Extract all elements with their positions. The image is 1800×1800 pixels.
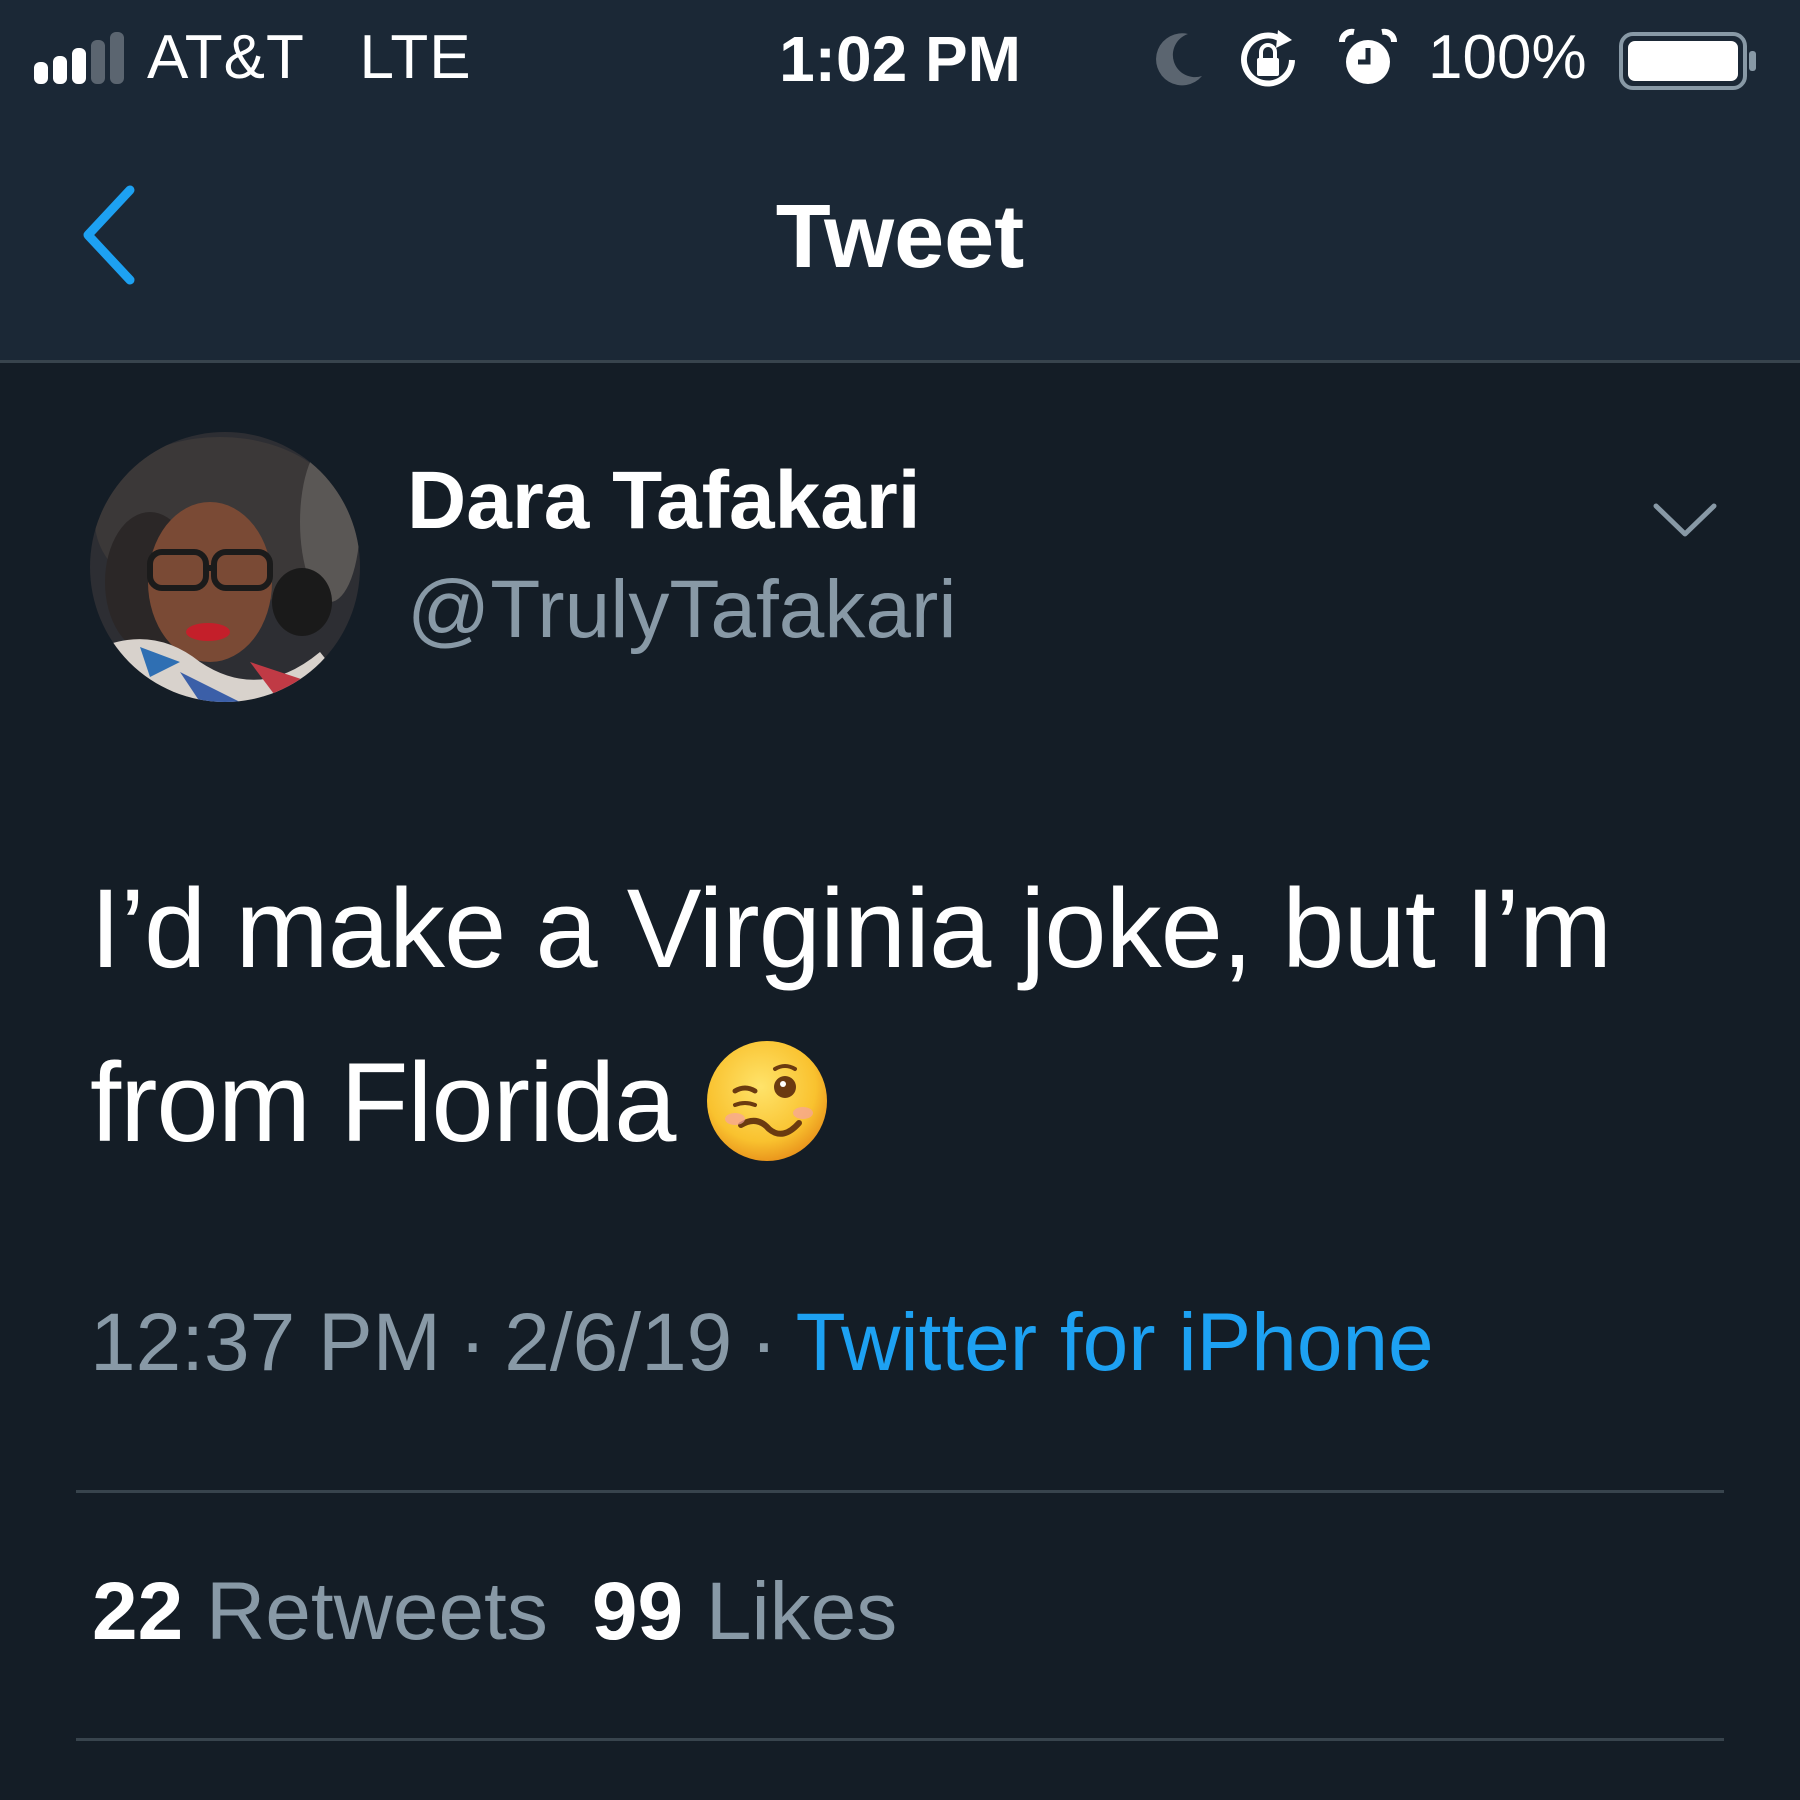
chevron-down-icon	[1653, 503, 1717, 537]
divider	[76, 1490, 1724, 1493]
likes-label: Likes	[705, 1566, 898, 1657]
avatar[interactable]	[90, 432, 360, 702]
rotation-lock-icon	[1241, 30, 1295, 87]
battery-percent: 100%	[1428, 23, 1587, 92]
tweet-text-line-2: from Florida	[90, 1040, 676, 1165]
tweet-detail-screen: AT&T LTE 1:02 PM 100% Tweet Dara Tafakar…	[0, 0, 1800, 1800]
woozy-face-emoji	[707, 1041, 828, 1162]
tweet-stats: 22 Retweets 99 Likes	[92, 1565, 897, 1659]
author-name[interactable]: Dara Tafakari	[407, 454, 921, 548]
tweet-text-line-2-wrap: from Florida	[90, 1016, 1750, 1190]
tweet-menu-button[interactable]	[1650, 496, 1720, 546]
retweets-label: Retweets	[206, 1566, 548, 1657]
tweet-date: 2/6/19	[504, 1297, 733, 1388]
likes-count: 99	[591, 1566, 684, 1657]
retweets-stat[interactable]: 22 Retweets	[92, 1566, 548, 1657]
tweet-time: 12:37 PM	[90, 1297, 441, 1388]
page-title: Tweet	[775, 187, 1025, 287]
battery-icon	[1619, 32, 1756, 90]
nav-bar: Tweet	[0, 120, 1800, 363]
author-handle[interactable]: @TrulyTafakari	[407, 563, 957, 657]
likes-stat[interactable]: 99 Likes	[592, 1566, 897, 1657]
moon-icon	[1156, 33, 1202, 86]
tweet-text: I’d make a Virginia joke, but I’m from F…	[90, 842, 1750, 1190]
meta-separator: ·	[458, 1297, 487, 1388]
avatar-image	[90, 432, 360, 702]
divider	[76, 1738, 1724, 1741]
tweet-meta: 12:37 PM · 2/6/19 · Twitter for iPhone	[90, 1296, 1434, 1390]
meta-separator: ·	[750, 1297, 778, 1388]
retweets-count: 22	[92, 1566, 184, 1657]
status-bar: AT&T LTE 1:02 PM 100%	[0, 0, 1800, 120]
alarm-icon	[1339, 28, 1397, 84]
tweet-source-link[interactable]: Twitter for iPhone	[796, 1297, 1434, 1388]
tweet-text-line-1: I’d make a Virginia joke, but I’m	[90, 866, 1612, 991]
